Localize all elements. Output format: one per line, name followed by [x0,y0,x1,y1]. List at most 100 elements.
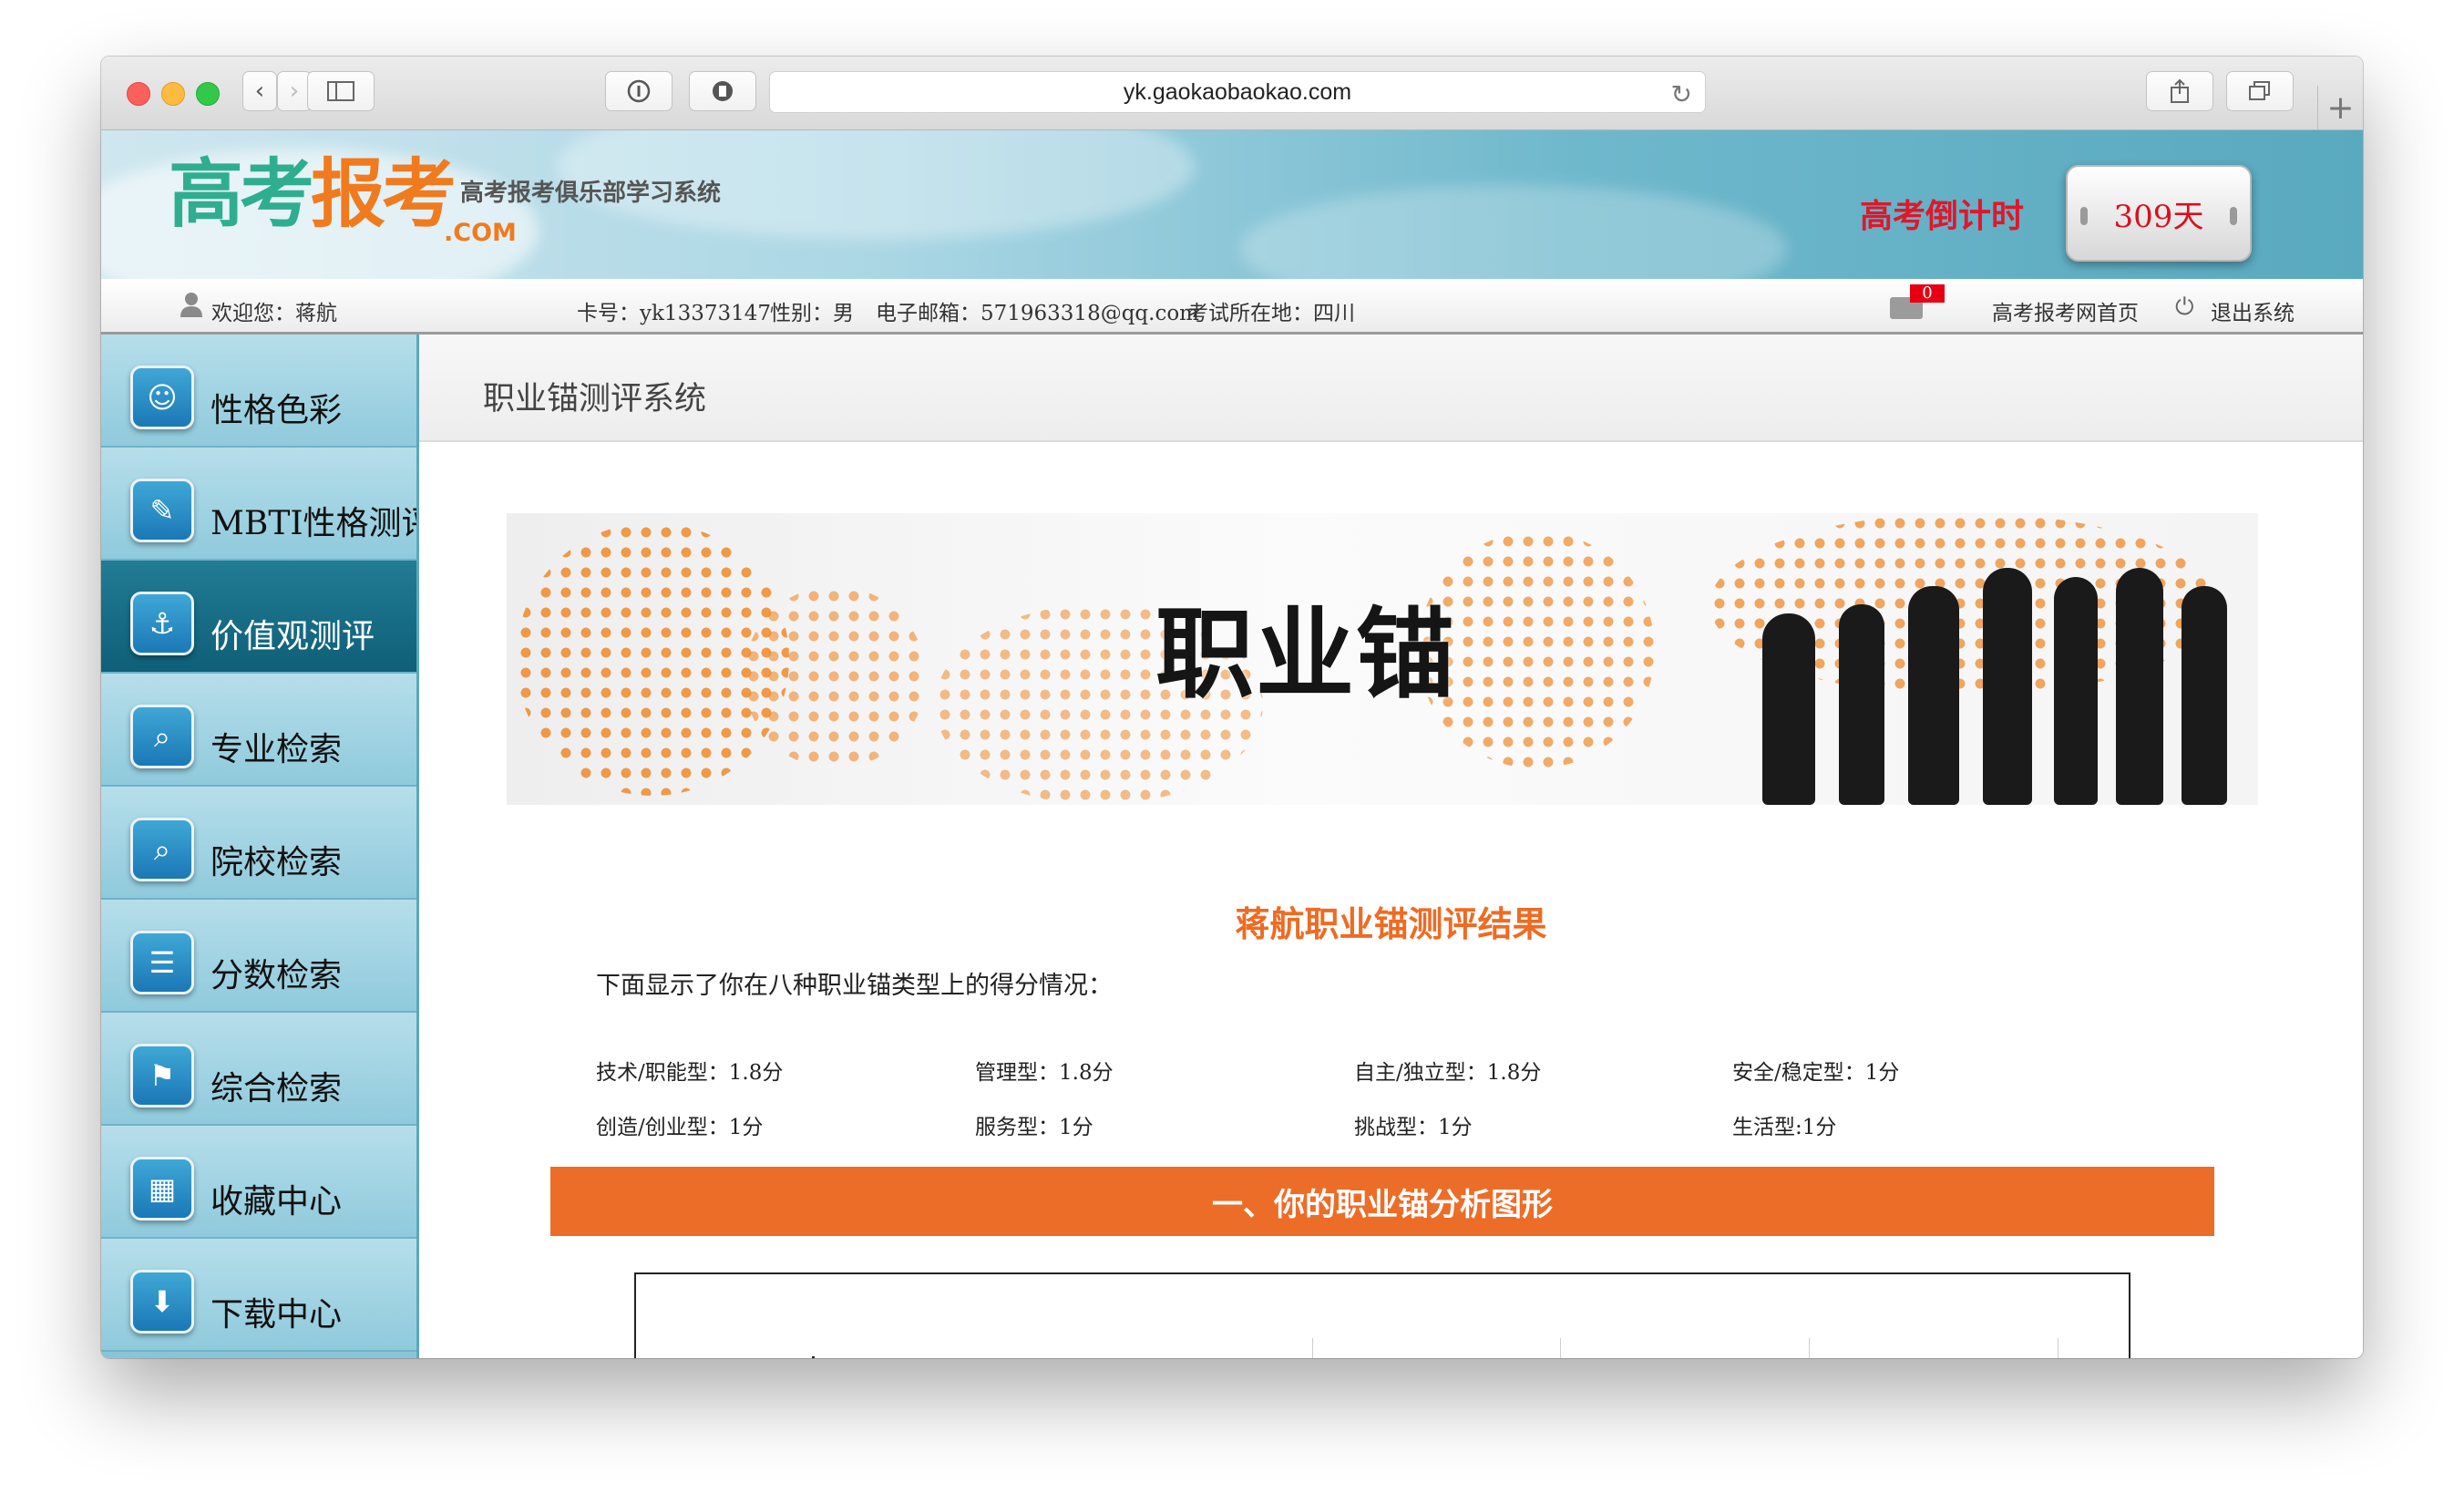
chevron-left-icon: ‹ [254,77,265,105]
card-number: 卡号：yk13373147 [577,302,771,325]
feather-icon: ✎ [130,479,194,542]
close-window-button[interactable] [127,82,150,106]
user-icon [180,293,202,317]
gender: 性别：男 [770,302,854,325]
sidebar-item-label: 价值观测评 [210,618,375,655]
sidebar-item-label: 专业检索 [210,731,343,768]
sidebar-item-label: 性格色彩 [210,392,343,429]
welcome-text: 欢迎您：蒋航 [211,302,337,325]
pin-icon [2230,207,2237,225]
exam-location: 考试所在地：四川 [1187,302,1355,325]
sidebar-item-downloads[interactable]: ⬇ 下载中心 [101,1239,416,1352]
score-item: 创造/创业型：1分 [596,1116,764,1139]
sidebar-item-label: 院校检索 [210,844,343,881]
mail-count-badge: 0 [1910,284,1945,303]
person-silhouette [1983,568,2032,805]
score-item: 生活型:1分 [1732,1116,1837,1139]
sidebar-item-favorites[interactable]: ▦ 收藏中心 [101,1126,416,1239]
tabs-icon [2249,81,2270,100]
browser-toolbar: ‹ › yk.gaokaobaokao.com ↻ + [101,57,2363,130]
chart-gridline [1560,1338,1561,1358]
logo-text-b: 报考 [311,151,457,238]
site-subtitle: 高考报考俱乐部学习系统 [460,180,722,207]
anchor-icon: ⚓ [130,592,194,655]
content-header: 职业锚测评系统 [419,335,2363,442]
sidebar-icon [327,81,354,101]
dot-pattern [744,586,926,768]
sidebar-item-college-search[interactable]: ⌕ 院校检索 [101,787,416,900]
home-link[interactable]: 高考报考网首页 [1992,295,2139,326]
sidebar-item-major-search[interactable]: ⌕ 专业检索 [101,674,416,787]
download-icon: ⬇ [130,1270,194,1334]
career-anchor-banner: 职业锚 [507,513,2258,805]
score-item: 服务型：1分 [975,1116,1093,1139]
back-button[interactable]: ‹ [242,71,277,111]
person-silhouette [1762,613,1815,805]
person-silhouette [1908,586,1959,805]
banner-title: 职业锚 [1155,598,1457,712]
result-intro: 下面显示了你在八种职业锚类型上的得分情况： [596,972,1113,1000]
countdown-display: 309天 [2066,165,2252,262]
countdown-value: 309天 [2113,198,2204,235]
page-title: 职业锚测评系统 [483,381,707,417]
sidebar-toggle-button[interactable] [307,71,375,111]
score-item: 管理型：1.8分 [975,1061,1114,1085]
score-item: 自主/独立型：1.8分 [1354,1061,1542,1085]
section-header-chart: 一、你的职业锚分析图形 [550,1167,2214,1236]
list-icon: ☰ [130,931,194,994]
pin-icon [2080,207,2088,225]
minimize-window-button[interactable] [161,82,185,106]
sidebar-item-label: 分数检索 [210,957,343,994]
document-search-icon: ⌕ [130,705,194,768]
person-silhouette [2116,568,2163,805]
career-anchor-chart: 技术/职能型1.8 [634,1272,2130,1358]
sidebar-item-label: 下载中心 [210,1296,343,1334]
info-icon [627,79,651,103]
building-search-icon: ⌕ [130,818,194,881]
address-bar[interactable]: yk.gaokaobaokao.com ↻ [769,71,1706,113]
mask-icon: ☺ [130,366,194,429]
sidebar-item-personality-color[interactable]: ☺ 性格色彩 [101,335,416,448]
chart-gridline [1809,1338,1810,1358]
new-tab-button[interactable]: + [2317,86,2363,129]
logout-link[interactable]: 退出系统 [2211,295,2295,326]
collection-icon: ▦ [130,1157,194,1221]
sidebar-item-values[interactable]: ⚓ 价值观测评 [101,561,416,674]
share-icon [2171,78,2189,103]
person-silhouette [2182,586,2227,805]
site-logo[interactable]: 高考报考 [169,158,457,232]
signpost-icon: ⚑ [130,1044,194,1107]
chart-y-axis [812,1356,815,1358]
browser-window: ‹ › yk.gaokaobaokao.com ↻ + 高考报考 .COM 高考… [101,57,2363,1358]
zoom-window-button[interactable] [196,82,220,106]
countdown-label: 高考倒计时 [1860,198,2025,235]
score-item: 安全/稳定型：1分 [1732,1061,1900,1085]
plus-icon: + [2326,88,2355,127]
score-item: 技术/职能型：1.8分 [596,1061,784,1085]
tabs-overview-button[interactable] [2226,71,2294,111]
share-button[interactable] [2146,71,2213,111]
chart-gridline [1312,1338,1313,1358]
sidebar-item-label: 综合检索 [210,1070,343,1107]
site-header: 高考报考 .COM 高考报考俱乐部学习系统 高考倒计时 309天 [101,130,2363,279]
shield-icon [713,81,733,101]
sidebar-item-label: 收藏中心 [210,1183,343,1221]
sidebar-item-label: MBTI性格测评 [210,505,419,542]
sidebar-item-score-search[interactable]: ☰ 分数检索 [101,900,416,1013]
email: 电子邮箱：571963318@qq.com [876,302,1199,325]
person-silhouette [2054,577,2098,805]
score-item: 挑战型：1分 [1354,1116,1473,1139]
logo-com: .COM [444,219,517,247]
logo-text-a: 高考 [169,151,314,238]
sidebar-nav: ☺ 性格色彩 ✎ MBTI性格测评 ⚓ 价值观测评 ⌕ 专业检索 ⌕ 院校检索 … [101,335,419,1358]
power-icon[interactable]: ⏻ [2175,294,2194,322]
url-text: yk.gaokaobaokao.com [1123,78,1352,105]
sidebar-item-mbti[interactable]: ✎ MBTI性格测评 [101,448,416,561]
main-content: 职业锚测评系统 职业锚 蒋航职业锚测评结果 下面显示了你在八种职业锚类型上的得分… [419,335,2363,1358]
user-info-bar: 欢迎您：蒋航 卡号：yk13373147 性别：男 电子邮箱：571963318… [101,279,2363,335]
sidebar-item-combined-search[interactable]: ⚑ 综合检索 [101,1013,416,1126]
result-title: 蒋航职业锚测评结果 [1235,903,1547,944]
reader-button[interactable] [605,71,672,111]
reload-icon[interactable]: ↻ [1671,79,1692,109]
extension-button[interactable] [689,71,756,111]
